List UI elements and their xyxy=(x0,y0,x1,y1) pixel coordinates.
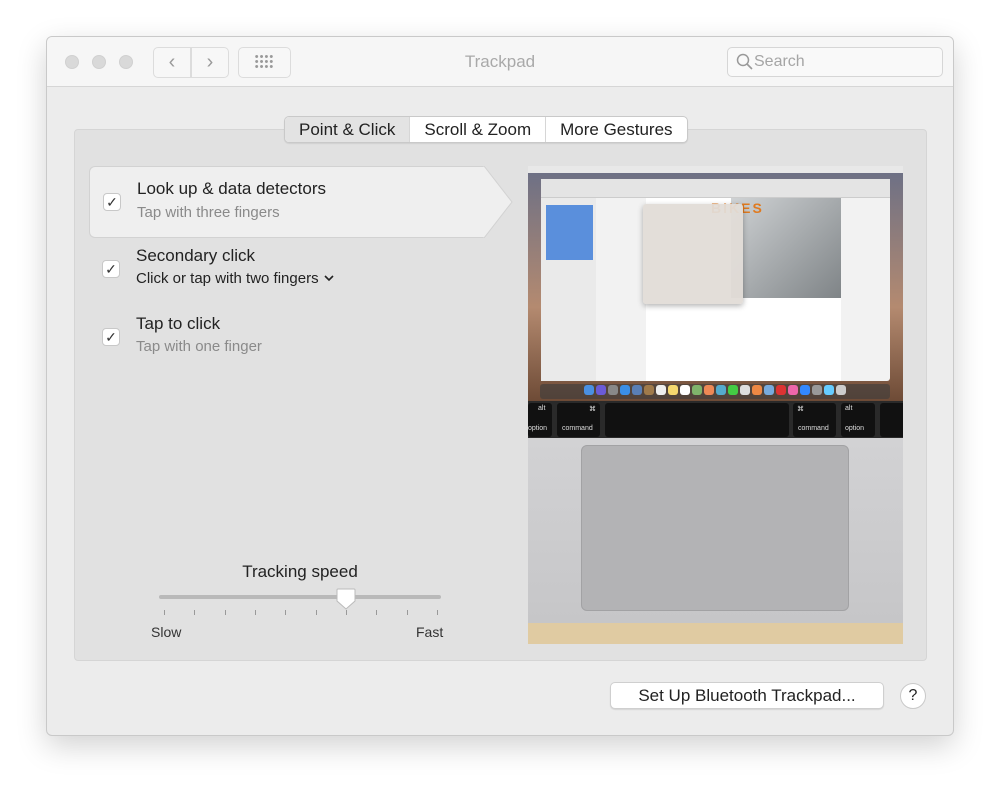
search-field[interactable]: Search xyxy=(727,47,943,77)
dock-app-icon xyxy=(608,385,618,395)
slider-tick xyxy=(224,610,226,615)
option-look-up[interactable]: ✓ Look up & data detectors Tap with thre… xyxy=(89,166,513,238)
dock-app-icon xyxy=(620,385,630,395)
alt-key-label-right: alt xyxy=(845,405,853,412)
dock-app-icon xyxy=(776,385,786,395)
dock-app-icon xyxy=(680,385,690,395)
alt-key-label: alt xyxy=(538,405,546,412)
slider-tick xyxy=(285,610,287,615)
look-up-title: Look up & data detectors xyxy=(137,179,327,198)
menu-bar xyxy=(528,166,903,173)
slider-thumb[interactable] xyxy=(336,588,356,610)
dock xyxy=(540,384,890,399)
help-button[interactable]: ? xyxy=(900,683,926,709)
slider-tick xyxy=(315,610,317,615)
slider-tick xyxy=(406,610,408,615)
dock-app-icon xyxy=(752,385,762,395)
dock-app-icon xyxy=(692,385,702,395)
gesture-preview-video: BIKES alt option ⌘ command ⌘ command alt opt… xyxy=(528,166,903,644)
dock-app-icon xyxy=(824,385,834,395)
tap-to-click-title: Tap to click xyxy=(136,314,221,333)
slider-tick xyxy=(255,610,256,615)
slider-tick xyxy=(346,610,347,615)
dock-app-icon xyxy=(668,385,678,395)
tracking-speed-slider[interactable] xyxy=(159,595,441,599)
desk xyxy=(528,623,903,644)
look-up-subtitle: Tap with three fingers xyxy=(137,204,280,221)
slider-tick xyxy=(437,610,438,615)
option-secondary-click[interactable]: ✓ Secondary click Click or tap with two … xyxy=(89,238,509,310)
look-up-checkbox[interactable]: ✓ xyxy=(103,193,121,211)
slider-tick xyxy=(194,610,196,615)
tab-bar: Point & Click Scroll & Zoom More Gesture… xyxy=(284,116,688,143)
option-key-label: option xyxy=(528,425,548,432)
dock-app-icon xyxy=(716,385,726,395)
slow-label: Slow xyxy=(151,624,182,640)
dock-app-icon xyxy=(728,385,738,395)
slider-tick xyxy=(164,610,165,615)
tap-to-click-subtitle: Tap with one finger xyxy=(136,338,262,355)
dock-app-icon xyxy=(788,385,798,395)
dock-app-icon xyxy=(632,385,642,395)
tracking-speed-label: Tracking speed xyxy=(242,562,358,581)
setup-bluetooth-trackpad-button[interactable]: Set Up Bluetooth Trackpad... xyxy=(610,682,884,709)
fast-label: Fast xyxy=(416,624,444,640)
dock-app-icon xyxy=(704,385,714,395)
option-tap-to-click[interactable]: ✓ Tap to click Tap with one finger xyxy=(89,306,509,378)
dock-app-icon xyxy=(740,385,750,395)
dock-app-icon xyxy=(656,385,666,395)
keyboard: alt option ⌘ command ⌘ command alt option xyxy=(528,401,903,438)
selection-arrow xyxy=(483,166,513,238)
content-panel: ✓ Look up & data detectors Tap with thre… xyxy=(74,129,927,661)
tab-more-gestures[interactable]: More Gestures xyxy=(546,117,686,142)
trackpad-surface xyxy=(581,445,849,611)
secondary-click-checkbox[interactable]: ✓ xyxy=(102,260,120,278)
tap-to-click-checkbox[interactable]: ✓ xyxy=(102,328,120,346)
space-bar xyxy=(605,403,789,437)
dock-app-icon xyxy=(644,385,654,395)
option-key-label-right: option xyxy=(845,425,865,432)
dock-app-icon xyxy=(836,385,846,395)
secondary-click-dropdown[interactable]: Click or tap with two fingers xyxy=(136,270,335,287)
command-key-label: command xyxy=(562,425,593,432)
secondary-click-title: Secondary click xyxy=(136,246,256,265)
dock-app-icon xyxy=(584,385,594,395)
dock-app-icon xyxy=(596,385,606,395)
secondary-click-subtitle: Click or tap with two fingers xyxy=(136,270,319,287)
trackpad-window: ‹ › •••• •••• •••• Trackpad Search Point &… xyxy=(46,36,954,736)
search-icon xyxy=(736,53,753,70)
dock-app-icon xyxy=(812,385,822,395)
dock-app-icon xyxy=(800,385,810,395)
pages-app-window: BIKES xyxy=(541,179,890,381)
tab-point-click[interactable]: Point & Click xyxy=(285,117,411,142)
chevron-down-icon xyxy=(324,275,334,282)
title-bar: ‹ › •••• •••• •••• Trackpad Search xyxy=(47,37,953,87)
search-placeholder: Search xyxy=(754,53,805,70)
slider-tick xyxy=(376,610,378,615)
dictionary-popover xyxy=(643,204,743,304)
dock-app-icon xyxy=(764,385,774,395)
command-key-label-right: command xyxy=(798,425,829,432)
tab-scroll-zoom[interactable]: Scroll & Zoom xyxy=(410,117,547,142)
cmd-symbol: ⌘ xyxy=(589,406,596,413)
cmd-symbol-right: ⌘ xyxy=(797,406,804,413)
